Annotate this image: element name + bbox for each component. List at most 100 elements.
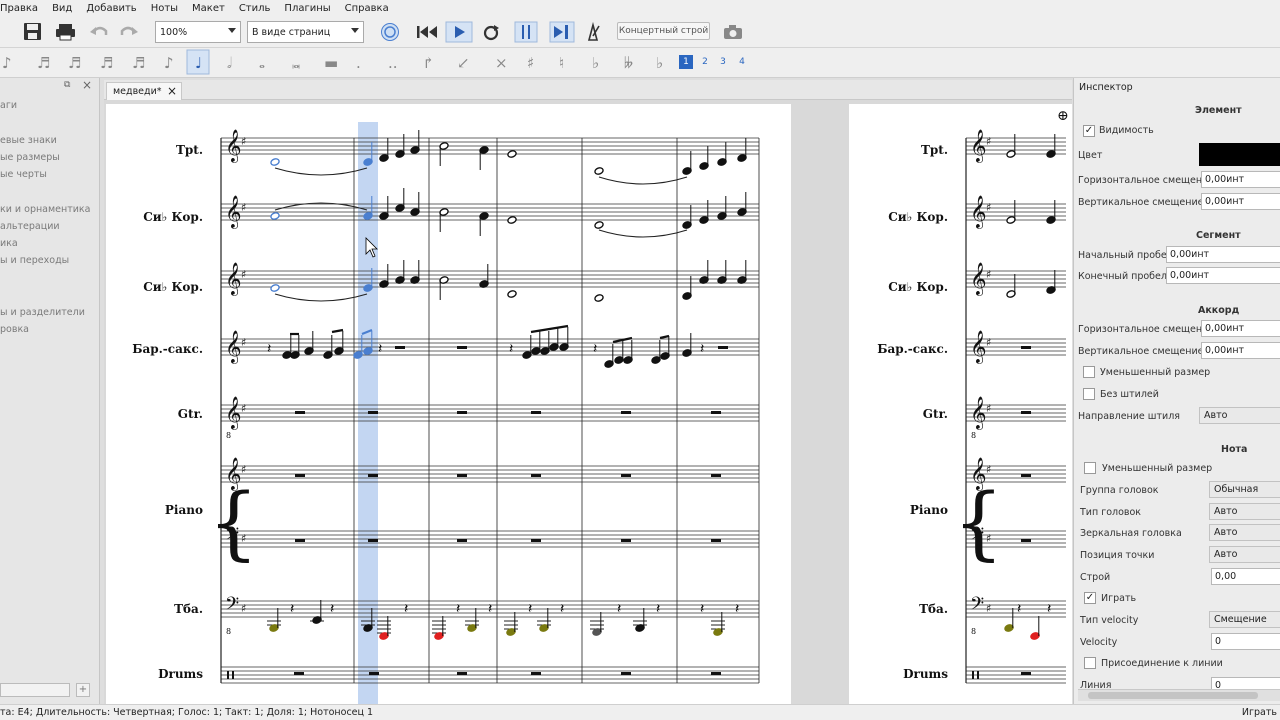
note-input-icon[interactable]: ♪	[164, 54, 174, 72]
note-small-checkbox[interactable]	[1084, 462, 1096, 474]
instrument-name: Тба.	[174, 602, 203, 616]
close-icon[interactable]: ×	[82, 78, 92, 92]
palette-item[interactable]: альтерации	[0, 221, 60, 232]
close-icon[interactable]: ×	[167, 84, 177, 98]
palette-item[interactable]: евые знаки	[0, 135, 57, 146]
rest: 𝄽	[267, 341, 271, 357]
note-input-icon[interactable]: ▬	[324, 54, 338, 72]
trailing-space-field[interactable]: 0,00инт	[1166, 267, 1280, 284]
palette-item[interactable]: ые черты	[0, 169, 47, 180]
note-input-icon[interactable]: ↱	[422, 54, 435, 72]
voice-1-button[interactable]: 1	[679, 55, 693, 69]
undock-icon[interactable]: ⧉	[64, 80, 70, 90]
menu-help[interactable]: Справка	[338, 3, 396, 14]
metronome-icon[interactable]	[587, 21, 600, 41]
loop-out-icon[interactable]	[549, 21, 575, 43]
v-offset-field[interactable]: 0,00инт	[1201, 193, 1280, 210]
rewind-icon[interactable]	[417, 26, 437, 38]
note-input-icon[interactable]: 𝅜	[292, 54, 301, 72]
note-input-icon[interactable]: ♭	[592, 54, 599, 72]
color-swatch[interactable]	[1199, 143, 1280, 166]
rest: 𝄽	[528, 601, 532, 617]
chord-small-checkbox[interactable]	[1083, 366, 1095, 378]
menu-edit[interactable]: Правка	[0, 3, 45, 14]
head-type-select[interactable]: Авто	[1209, 503, 1280, 520]
stem-direction-select[interactable]: Авто	[1199, 407, 1280, 424]
scrollbar-thumb[interactable]	[1088, 692, 1258, 699]
menu-add[interactable]: Добавить	[79, 3, 143, 14]
note-input-icon[interactable]: ↙	[457, 54, 470, 72]
note-input-icon[interactable]: ♬	[132, 54, 145, 72]
velocity-type-select[interactable]: Смещение	[1209, 611, 1280, 628]
visibility-checkbox[interactable]: ✓	[1083, 125, 1095, 137]
note-input-icon[interactable]: 𝅝	[259, 54, 265, 72]
note-input-icon[interactable]: ♩	[195, 54, 202, 72]
palette-item[interactable]: ровка	[0, 324, 29, 335]
voice-3-button[interactable]: 3	[716, 55, 730, 69]
menu-view[interactable]: Вид	[45, 3, 79, 14]
note-input-icon[interactable]: 𝅗𝅥	[227, 54, 232, 72]
play-checkbox[interactable]: ✓	[1084, 592, 1096, 604]
menu-notes[interactable]: Ноты	[144, 3, 185, 14]
view-mode-select[interactable]: В виде страниц	[247, 21, 364, 43]
no-stem-checkbox[interactable]	[1083, 388, 1095, 400]
dot-position-select[interactable]: Авто	[1209, 546, 1280, 563]
zoom-select[interactable]: 100%	[155, 21, 241, 43]
note-input-icon[interactable]: .	[356, 54, 361, 72]
note-input-icon[interactable]: ♮	[559, 54, 564, 72]
loop-icon[interactable]	[483, 25, 499, 41]
rest: 𝄽	[1047, 601, 1051, 617]
print-icon[interactable]	[56, 24, 75, 41]
palette-item[interactable]: ые размеры	[0, 152, 60, 163]
concert-pitch-button[interactable]: Концертный строй	[617, 22, 710, 40]
loop-in-icon[interactable]	[514, 21, 538, 43]
head-group-select[interactable]: Обычная	[1209, 481, 1280, 498]
inspector-horizontal-scrollbar[interactable]	[1078, 689, 1280, 701]
note-input-icon[interactable]: ♬	[68, 54, 81, 72]
leading-space-field[interactable]: 0,00инт	[1166, 246, 1280, 263]
score-canvas[interactable]: 𝄞 ♯ Tpt. 𝄞 ♯ Си♭ Кор. 𝄞 ♯ Си♭ Кор. 𝄞 ♯ Бар.-сакс. 𝄞 ♯…	[104, 80, 1072, 704]
chord-h-offset-label: Горизонтальное смещение	[1078, 324, 1215, 335]
note-input-icon[interactable]: ♬	[37, 54, 50, 72]
palette-item[interactable]: аги	[0, 100, 17, 111]
undo-icon[interactable]	[90, 26, 108, 35]
mirror-head-select[interactable]: Авто	[1209, 524, 1280, 541]
play-icon[interactable]	[445, 21, 473, 43]
clef: 𝄞	[970, 195, 987, 229]
head-group-label: Группа головок	[1080, 485, 1159, 496]
whole-rest	[457, 474, 467, 477]
camera-icon[interactable]	[724, 25, 742, 39]
palette-item[interactable]: ы и разделители	[0, 307, 85, 318]
palette-item[interactable]: ы и переходы	[0, 255, 69, 266]
key-signature: ♯	[986, 402, 991, 415]
h-offset-field[interactable]: 0,00инт	[1201, 171, 1280, 188]
menu-layout[interactable]: Макет	[185, 3, 232, 14]
note-input-icon[interactable]: ♪	[2, 54, 12, 72]
voice-2-button[interactable]: 2	[698, 55, 712, 69]
note-input-icon[interactable]: ×	[495, 54, 508, 72]
palette-item[interactable]: ика	[0, 238, 18, 249]
save-icon[interactable]	[24, 23, 41, 40]
chord-v-offset-field[interactable]: 0,00инт	[1201, 342, 1280, 359]
key-signature: ♯	[986, 336, 991, 349]
palette-select[interactable]	[0, 683, 70, 697]
menu-plugins[interactable]: Плагины	[277, 3, 337, 14]
whole-rest	[295, 474, 305, 477]
note-input-icon[interactable]: 𝄫	[624, 54, 633, 72]
note-input-icon[interactable]: ♯	[527, 54, 534, 72]
menu-style[interactable]: Стиль	[232, 3, 278, 14]
palette-item[interactable]: ки и орнаментика	[0, 204, 91, 215]
tuning-field[interactable]: 0,00	[1211, 568, 1280, 585]
rest: 𝄽	[456, 601, 460, 617]
chord-h-offset-field[interactable]: 0,00инт	[1201, 320, 1280, 337]
add-palette-button[interactable]: +	[76, 683, 90, 697]
fix-to-line-checkbox[interactable]	[1084, 657, 1096, 669]
midi-input-icon[interactable]	[381, 23, 399, 41]
velocity-field[interactable]: 0	[1211, 633, 1280, 650]
note-input-icon[interactable]: ♭	[656, 54, 663, 72]
note-input-icon[interactable]: ..	[388, 54, 398, 72]
score-tab[interactable]: медведи* ×	[106, 82, 182, 100]
redo-icon[interactable]	[120, 26, 138, 35]
voice-4-button[interactable]: 4	[735, 55, 749, 69]
note-input-icon[interactable]: ♬	[100, 54, 113, 72]
